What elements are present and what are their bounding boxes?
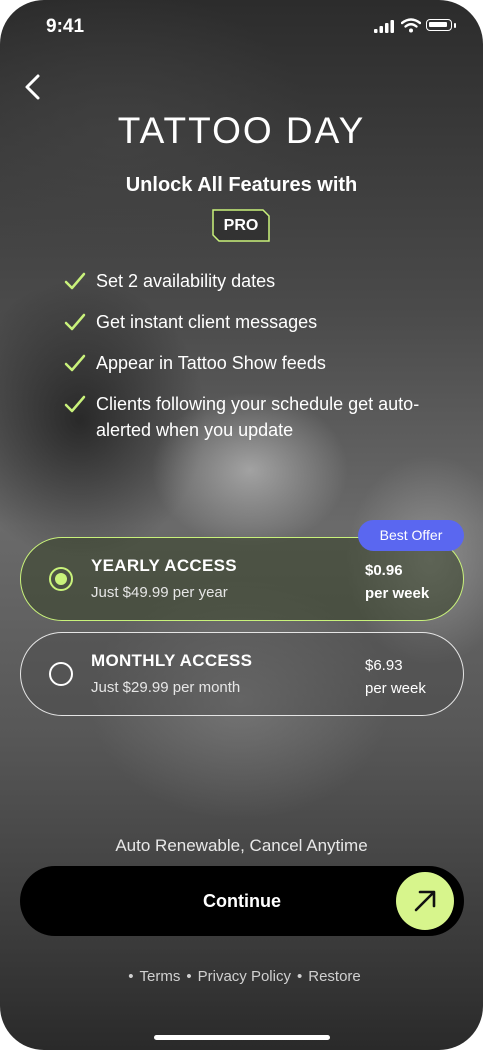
terms-link[interactable]: Terms (140, 968, 181, 985)
unlock-subtitle: Unlock All Features with (125, 174, 358, 196)
radio-selected[interactable] (49, 567, 73, 591)
plan-price: Just $49.99 per year (91, 584, 228, 601)
feature-text: Clients following your schedule get auto… (96, 394, 420, 440)
feature-text: Set 2 availability dates (96, 271, 276, 291)
check-icon (64, 272, 86, 290)
back-chevron-icon[interactable] (20, 70, 50, 104)
cellular-signal-icon (374, 20, 394, 33)
arrow-up-right-icon (414, 890, 436, 912)
weekly-price-unit: per week (365, 680, 426, 697)
best-offer-badge: Best Offer (358, 520, 464, 551)
weekly-price: $6.93 per week (365, 654, 455, 700)
plan-price: Just $29.99 per month (91, 679, 241, 696)
check-icon (64, 313, 86, 331)
privacy-policy-link[interactable]: Privacy Policy (198, 968, 291, 985)
plan-name: MONTHLY ACCESS (91, 651, 253, 670)
weekly-price-unit: per week (365, 585, 430, 602)
feature-text: Appear in Tattoo Show feeds (96, 353, 326, 373)
battery-icon (426, 19, 452, 31)
feature-text: Get instant client messages (96, 312, 318, 332)
status-time: 9:41 (46, 16, 85, 37)
footer-links: • Terms • Privacy Policy • Restore (0, 968, 483, 985)
separator-dot: • (186, 968, 192, 985)
battery-tip (454, 23, 456, 28)
plan-monthly-option[interactable]: MONTHLY ACCESS Just $29.99 per month $6.… (20, 632, 464, 716)
separator-dot: • (296, 968, 303, 985)
check-icon (64, 395, 86, 413)
pro-badge: PRO (223, 217, 259, 234)
wifi-icon (401, 18, 421, 33)
paywall-screen: 9:41 TATTOO DAY Unlock All Features with… (0, 0, 483, 1050)
continue-arrow-button[interactable] (396, 872, 454, 930)
home-indicator (154, 1035, 330, 1040)
separator-dot: • (128, 968, 134, 985)
weekly-price-value: $0.96 (365, 562, 403, 579)
app-title: TATTOO DAY (117, 110, 366, 151)
check-icon (64, 354, 86, 372)
restore-link[interactable]: Restore (308, 968, 361, 985)
weekly-price: $0.96 per week (365, 559, 455, 605)
renewal-note: Auto Renewable, Cancel Anytime (115, 836, 368, 855)
plan-name: YEARLY ACCESS (91, 556, 237, 575)
radio-unselected[interactable] (49, 662, 73, 686)
weekly-price-value: $6.93 (365, 657, 403, 674)
